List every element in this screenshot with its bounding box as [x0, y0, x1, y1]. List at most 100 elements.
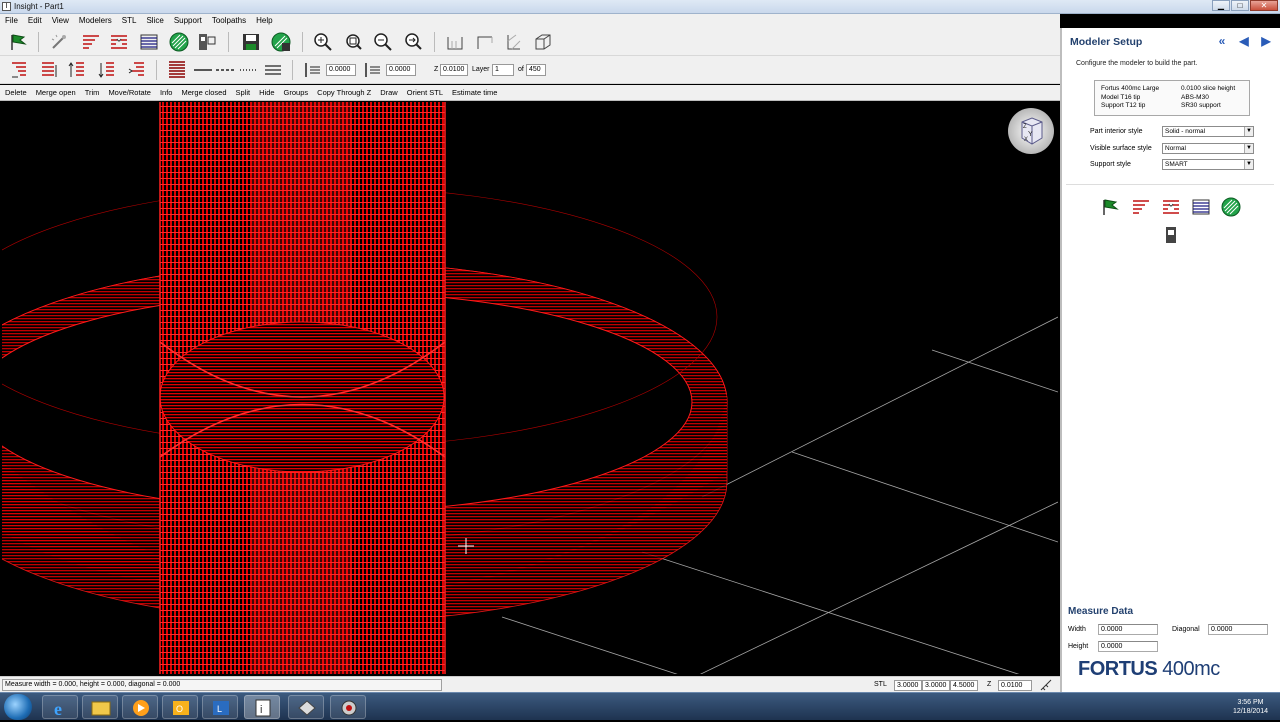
- zoom-fit-icon[interactable]: [342, 31, 364, 53]
- media-taskbar-icon[interactable]: [122, 695, 158, 719]
- cmd-trim[interactable]: Trim: [80, 85, 104, 100]
- zoom-in-icon[interactable]: [312, 31, 334, 53]
- support-style-select[interactable]: SMART ▼: [1162, 159, 1254, 170]
- offset-right-icon[interactable]: [362, 59, 384, 81]
- layer-last-icon[interactable]: [126, 59, 148, 81]
- line-solid-icon[interactable]: [192, 59, 214, 81]
- pack-icon[interactable]: [196, 31, 218, 53]
- panel-pack-icon[interactable]: [1160, 224, 1182, 246]
- menu-slice[interactable]: Slice: [141, 14, 168, 28]
- support-icon[interactable]: [108, 31, 130, 53]
- stl-label: STL: [874, 681, 887, 688]
- menu-help[interactable]: Help: [251, 14, 277, 28]
- cmd-estimate-time[interactable]: Estimate time: [447, 85, 501, 100]
- view-iso-icon[interactable]: [532, 31, 554, 53]
- start-button[interactable]: [4, 694, 32, 720]
- view-side-icon[interactable]: [502, 31, 524, 53]
- menu-support[interactable]: Support: [169, 14, 207, 28]
- measure-tool-icon[interactable]: [1040, 679, 1052, 691]
- cmd-delete[interactable]: Delete: [0, 85, 31, 100]
- cmd-orient-stl[interactable]: Orient STL: [402, 85, 447, 100]
- cmd-split[interactable]: Split: [231, 85, 255, 100]
- menu-stl[interactable]: STL: [117, 14, 142, 28]
- interior-style-value: Solid - normal: [1165, 128, 1206, 135]
- model-viewport[interactable]: YX Z: [2, 102, 1058, 674]
- maximize-button[interactable]: □: [1231, 0, 1249, 11]
- hatch-icon[interactable]: [168, 31, 190, 53]
- info-support-material: SR30 support: [1181, 102, 1221, 109]
- insight-taskbar-icon[interactable]: i: [244, 695, 280, 719]
- line-multi-icon[interactable]: [262, 59, 284, 81]
- chevron-down-icon: ▼: [1244, 144, 1253, 153]
- view-front-icon[interactable]: [444, 31, 466, 53]
- chevron-down-icon: ▼: [1244, 127, 1253, 136]
- lync-taskbar-icon[interactable]: L: [202, 695, 238, 719]
- zoom-out-icon[interactable]: [372, 31, 394, 53]
- save-icon[interactable]: [240, 31, 262, 53]
- interior-style-select[interactable]: Solid - normal ▼: [1162, 126, 1254, 137]
- cmd-hide[interactable]: Hide: [254, 85, 278, 100]
- panel-prev-icon[interactable]: ◀: [1236, 34, 1252, 48]
- toolpaths-icon[interactable]: [138, 31, 160, 53]
- cmd-groups[interactable]: Groups: [279, 85, 313, 100]
- panel-flag-icon[interactable]: [1100, 196, 1122, 218]
- slice-curves-icon[interactable]: [80, 31, 102, 53]
- menu-file[interactable]: File: [0, 14, 23, 28]
- height-label: Height: [1068, 643, 1089, 650]
- clock[interactable]: 3:56 PM 12/18/2014: [1233, 698, 1268, 716]
- system-tray: 3:56 PM 12/18/2014: [1136, 696, 1276, 718]
- layer-field[interactable]: 1: [492, 64, 514, 76]
- model-canvas: [2, 102, 1058, 674]
- cmd-copy-through-z[interactable]: Copy Through Z: [312, 85, 375, 100]
- menu-toolpaths[interactable]: Toolpaths: [207, 14, 251, 28]
- layer-count-field: 450: [526, 64, 546, 76]
- cmd-merge-open[interactable]: Merge open: [31, 85, 80, 100]
- cmd-move-rotate[interactable]: Move/Rotate: [103, 85, 155, 100]
- view-top-icon[interactable]: [474, 31, 496, 53]
- zoom-previous-icon[interactable]: [402, 31, 424, 53]
- layer-up-icon[interactable]: [66, 59, 88, 81]
- explorer-taskbar-icon[interactable]: [82, 695, 118, 719]
- panel-hatch-icon[interactable]: [1220, 196, 1242, 218]
- status-z-value: 0.0100: [998, 680, 1032, 691]
- cmd-merge-closed[interactable]: Merge closed: [176, 85, 230, 100]
- offset-left-icon[interactable]: [302, 59, 324, 81]
- layer-label: Layer: [472, 66, 490, 73]
- outlook-taskbar-icon[interactable]: O: [162, 695, 198, 719]
- offset-field-2[interactable]: 0.0000: [386, 64, 416, 76]
- panel-support-icon[interactable]: [1160, 196, 1182, 218]
- panel-slice-icon[interactable]: [1130, 196, 1152, 218]
- curve-first-icon[interactable]: [8, 59, 30, 81]
- minimize-button[interactable]: ▁: [1212, 0, 1230, 11]
- panel-collapse-icon[interactable]: «: [1214, 34, 1230, 48]
- tool-taskbar-icon[interactable]: [330, 695, 366, 719]
- save-job-icon[interactable]: [270, 31, 292, 53]
- wand-icon[interactable]: [48, 31, 70, 53]
- surface-style-select[interactable]: Normal ▼: [1162, 143, 1254, 154]
- ie-taskbar-icon[interactable]: e: [42, 695, 78, 719]
- info-model-material: ABS-M30: [1181, 93, 1209, 101]
- svg-text:X: X: [1024, 137, 1028, 143]
- fortus-logo: FORTUS 400mc: [1078, 658, 1220, 681]
- menu-edit[interactable]: Edit: [23, 14, 47, 28]
- command-bar: Delete Merge open Trim Move/Rotate Info …: [0, 85, 1060, 101]
- close-button[interactable]: ✕: [1250, 0, 1278, 11]
- view-cube[interactable]: YX Z: [1008, 108, 1054, 154]
- z-field[interactable]: 0.0100: [440, 64, 468, 76]
- offset-field-1[interactable]: 0.0000: [326, 64, 356, 76]
- menu-view[interactable]: View: [47, 14, 74, 28]
- curve-up-icon[interactable]: [38, 59, 60, 81]
- line-dashed-icon[interactable]: [214, 59, 236, 81]
- flag-icon[interactable]: [8, 31, 30, 53]
- status-bar: Measure width = 0.000, height = 0.000, d…: [0, 676, 1060, 692]
- layer-down-icon[interactable]: [96, 59, 118, 81]
- line-dotted-icon[interactable]: [238, 59, 260, 81]
- cmd-info[interactable]: Info: [155, 85, 177, 100]
- cmd-draw[interactable]: Draw: [375, 85, 402, 100]
- layers-all-icon[interactable]: [166, 59, 188, 81]
- control-center-taskbar-icon[interactable]: [288, 695, 324, 719]
- panel-toolpaths-icon[interactable]: [1190, 196, 1212, 218]
- menu-modelers[interactable]: Modelers: [74, 14, 117, 28]
- app-icon: I: [2, 2, 11, 11]
- panel-next-icon[interactable]: ▶: [1258, 34, 1274, 48]
